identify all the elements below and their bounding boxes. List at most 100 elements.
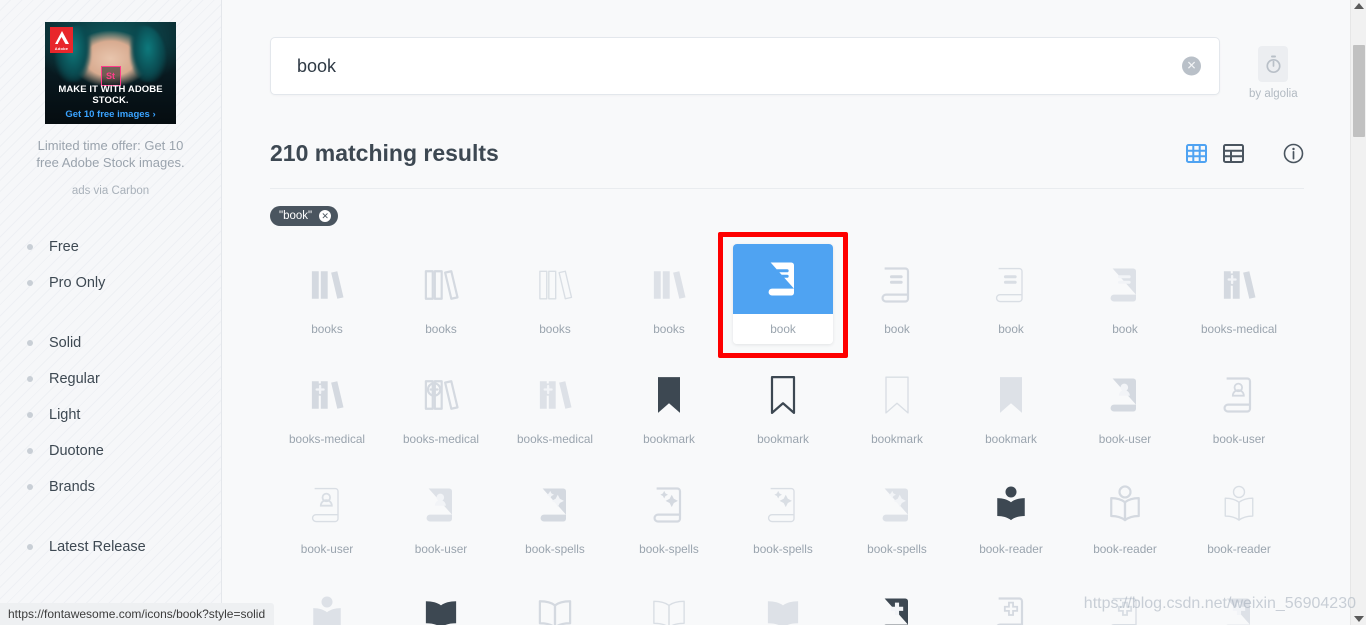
icon-cell[interactable]: book-reader [1182, 460, 1296, 570]
sidebar: Adobe St MAKE IT WITH ADOBE STOCK. Get 1… [0, 0, 222, 625]
icon-glyph [647, 584, 691, 625]
icon-cell[interactable]: books [612, 240, 726, 350]
icon-cell[interactable]: book-spells [726, 460, 840, 570]
active-filters: "book" ✕ [222, 189, 1366, 226]
icon-cell[interactable]: book [954, 240, 1068, 350]
sidebar-item-free[interactable]: Free [27, 229, 221, 265]
ad-description: Limited time offer: Get 10 free Adobe St… [36, 138, 185, 170]
icon-cell[interactable]: book-user [384, 460, 498, 570]
icon-glyph [989, 474, 1033, 536]
grid-view-icon[interactable] [1186, 143, 1207, 164]
icon-cell[interactable]: book-open [498, 570, 612, 625]
icon-glyph [647, 254, 691, 316]
icon-cell[interactable]: book-medical [840, 570, 954, 625]
icon-glyph [989, 584, 1033, 625]
icon-cell[interactable]: book [1068, 240, 1182, 350]
icon-cell[interactable]: book-medical [1068, 570, 1182, 625]
scroll-down-arrow-icon[interactable] [1353, 616, 1364, 622]
icon-cell-label: book-reader [1207, 542, 1271, 556]
icon-cell-label: books [311, 322, 343, 336]
icon-cell[interactable]: book [840, 240, 954, 350]
sidebar-item-light[interactable]: Light [27, 397, 221, 433]
icon-cell-label: book-spells [525, 542, 585, 556]
icon-glyph [305, 584, 349, 625]
info-icon[interactable] [1283, 143, 1304, 164]
icon-cell[interactable]: book-spells [612, 460, 726, 570]
sidebar-item-regular[interactable]: Regular [27, 361, 221, 397]
icon-glyph [875, 254, 919, 316]
icon-glyph [533, 474, 577, 536]
page-scrollbar[interactable] [1350, 0, 1366, 625]
sidebar-item-label: Duotone [49, 443, 104, 459]
scrollbar-thumb[interactable] [1353, 45, 1365, 137]
sidebar-nav: Free Pro Only Solid Regular Light Duoton… [0, 229, 221, 565]
icon-glyph [419, 584, 463, 625]
list-view-icon[interactable] [1223, 143, 1244, 164]
main-content: ✕ by algolia 210 matching results [222, 0, 1366, 625]
icon-cell[interactable]: book-user [1068, 350, 1182, 460]
adobe-logo-icon: Adobe [50, 27, 73, 53]
icon-cell[interactable]: book-spells [498, 460, 612, 570]
icon-cell[interactable]: book [726, 240, 840, 350]
bullet-icon [27, 244, 33, 250]
sidebar-item-brands[interactable]: Brands [27, 469, 221, 505]
scroll-up-arrow-icon[interactable] [1353, 3, 1364, 9]
icon-glyph [1217, 254, 1261, 316]
status-bar-url: https://fontawesome.com/icons/book?style… [0, 603, 275, 625]
icon-glyph [761, 584, 805, 625]
icon-cell[interactable]: books [498, 240, 612, 350]
icon-cell[interactable]: books-medical [1182, 240, 1296, 350]
icon-cell-label: book-reader [1093, 542, 1157, 556]
bullet-icon [27, 280, 33, 286]
clear-search-icon[interactable]: ✕ [1182, 56, 1201, 76]
icon-cell[interactable]: book-medical [954, 570, 1068, 625]
icon-glyph [1103, 584, 1147, 625]
sidebar-item-solid[interactable]: Solid [27, 325, 221, 361]
filter-chip-book[interactable]: "book" ✕ [270, 206, 339, 226]
results-count: 210 matching results [270, 140, 499, 166]
icon-cell-label: books-medical [288, 432, 366, 446]
icon-cell[interactable]: book-open [726, 570, 840, 625]
icon-cell[interactable]: book-reader [1068, 460, 1182, 570]
search-box[interactable]: ✕ [270, 37, 1220, 95]
sidebar-item-duotone[interactable]: Duotone [27, 433, 221, 469]
algolia-attribution[interactable]: by algolia [1249, 37, 1298, 100]
icon-cell[interactable]: books [270, 240, 384, 350]
icon-glyph [1217, 474, 1261, 536]
icon-cell[interactable]: book-reader [270, 570, 384, 625]
icon-cell-label: book-user [1098, 432, 1152, 446]
icon-cell[interactable]: book-reader [954, 460, 1068, 570]
icon-cell[interactable]: book-user [270, 460, 384, 570]
icon-cell-label: books-medical [402, 432, 480, 446]
icon-cell[interactable]: bookmark [612, 350, 726, 460]
icon-cell-hover-card[interactable]: book [733, 244, 833, 344]
icon-glyph [989, 254, 1033, 316]
icon-cell[interactable]: books-medical [384, 350, 498, 460]
ad-attribution[interactable]: ads via Carbon [22, 185, 199, 197]
icon-cell[interactable]: books-medical [498, 350, 612, 460]
icon-cell[interactable]: book-spells [840, 460, 954, 570]
icon-cell[interactable]: book-user [1182, 350, 1296, 460]
icon-results-grid: books books books books book book book book book… [222, 226, 1366, 625]
icon-glyph [989, 364, 1033, 426]
ad-caption-link[interactable]: Get 10 free images › [45, 109, 176, 120]
icon-cell[interactable]: book-open [384, 570, 498, 625]
ad-image[interactable]: Adobe St MAKE IT WITH ADOBE STOCK. Get 1… [45, 22, 176, 124]
search-input[interactable] [271, 55, 1131, 77]
sidebar-item-pro-only[interactable]: Pro Only [27, 265, 221, 301]
remove-filter-icon[interactable]: ✕ [319, 210, 332, 222]
bullet-icon [27, 484, 33, 490]
icon-cell-label: book [1112, 322, 1138, 336]
icon-cell[interactable]: books-medical [270, 350, 384, 460]
sidebar-item-latest-release[interactable]: Latest Release [27, 529, 221, 565]
icon-cell[interactable]: books [384, 240, 498, 350]
icon-cell[interactable]: bookmark [726, 350, 840, 460]
nav-group-styles: Solid Regular Light Duotone Brands [27, 325, 221, 505]
sponsor-ad[interactable]: Adobe St MAKE IT WITH ADOBE STOCK. Get 1… [0, 0, 221, 197]
icon-cell[interactable]: bookmark [840, 350, 954, 460]
icon-cell[interactable]: book-open [612, 570, 726, 625]
icon-cell[interactable]: bookmark [954, 350, 1068, 460]
sidebar-item-label: Pro Only [49, 275, 106, 291]
sidebar-item-label: Latest Release [49, 539, 146, 555]
icon-cell[interactable]: book-medical [1182, 570, 1296, 625]
